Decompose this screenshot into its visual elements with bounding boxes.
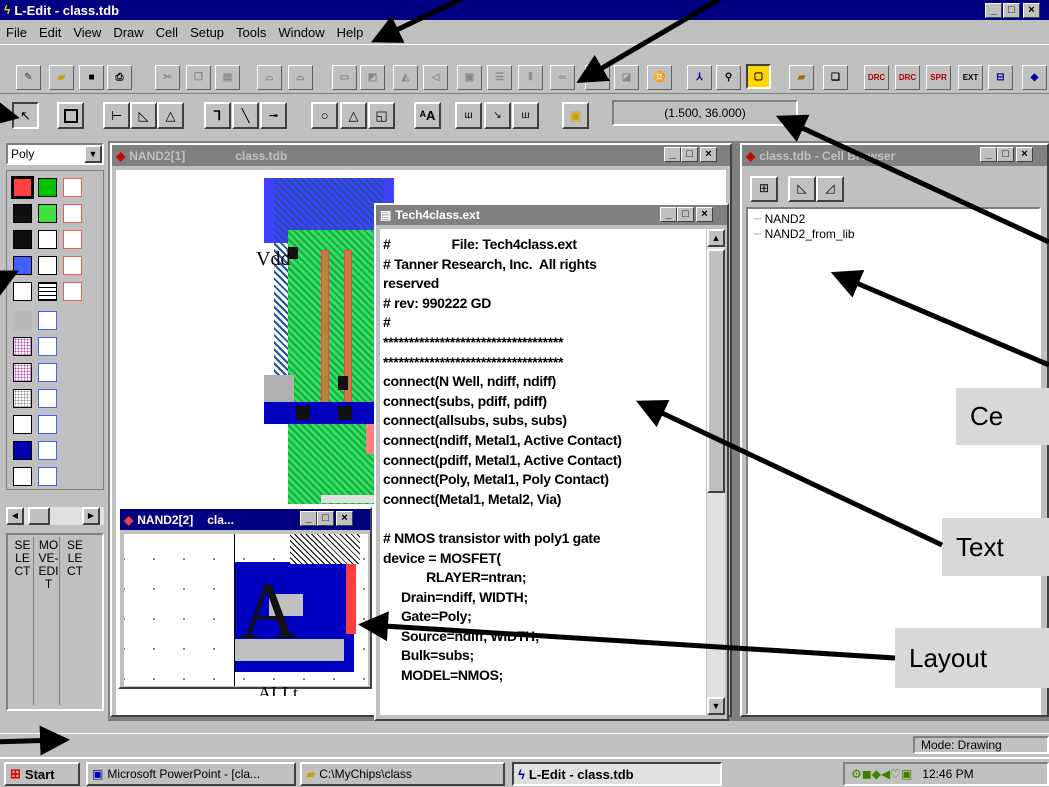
arrow-toolbar [576, 0, 723, 84]
arrow-layout [358, 611, 896, 661]
annotation-arrows [0, 0, 1049, 756]
arrow-menu [370, 0, 465, 43]
arrow-coordinates [775, 114, 1049, 245]
arrow-cell-browser [830, 270, 1049, 368]
arrow-status [0, 725, 70, 756]
arrow-palette [0, 270, 19, 298]
arrow-drawing-toolbar [0, 97, 20, 127]
arrow-text [635, 399, 944, 548]
